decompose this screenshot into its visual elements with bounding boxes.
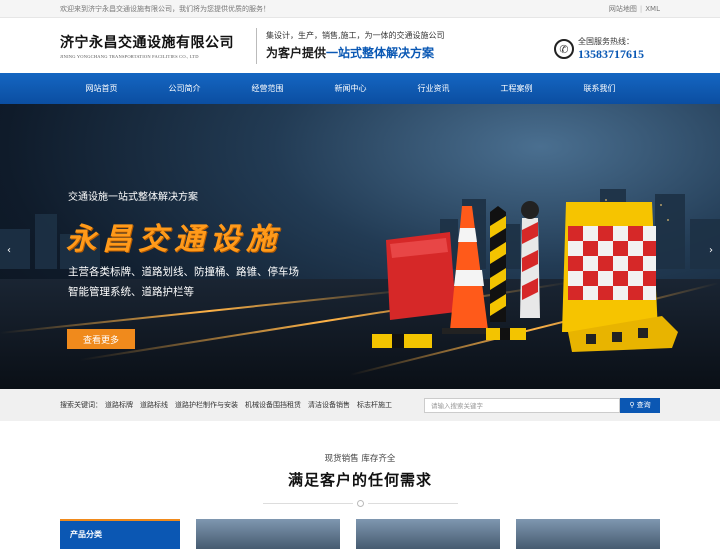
top-links: 网站地图 | XML	[609, 4, 660, 14]
hero-banner: 交通设施一站式整体解决方案 永昌交通设施 主营各类标牌、道路划线、防撞桶、路锥、…	[0, 104, 720, 389]
nav-item-cases[interactable]: 工程案例	[475, 73, 558, 104]
banner-title: 永昌交通设施	[66, 222, 282, 257]
view-more-button[interactable]: 查看更多	[67, 329, 135, 349]
header: 济宁永昌交通设施有限公司 JINING YONGCHANG TRANSPORTA…	[0, 18, 720, 73]
keyword-link[interactable]: 道路护栏制作与安装	[175, 400, 238, 410]
banner-subtitle: 交通设施一站式整体解决方案	[68, 192, 198, 203]
search-button-label: 查询	[636, 401, 651, 409]
keyword-link[interactable]: 标志杆施工	[357, 400, 392, 410]
keyword-link[interactable]: 清洁设备销售	[308, 400, 350, 410]
divider-dot	[356, 500, 364, 507]
nav-item-industry[interactable]: 行业资讯	[392, 73, 475, 104]
divider-line	[367, 503, 458, 504]
sitemap-link[interactable]: 网站地图	[609, 5, 637, 13]
search-input[interactable]: 请输入搜索关键字	[424, 397, 620, 413]
search-icon: ⚲	[629, 401, 637, 409]
slogan: 集设计，生产，销售,施工，为一体的交通设施公司 为客户提供一站式整体解决方案	[266, 30, 445, 61]
chevron-left-icon[interactable]: ‹	[2, 242, 16, 258]
nav-item-home[interactable]: 网站首页	[60, 73, 143, 104]
keywords-label: 搜索关键词：	[60, 401, 102, 409]
section-divider	[0, 500, 720, 507]
section-title: 满足客户的任何需求	[287, 471, 432, 489]
nav-item-contact[interactable]: 联系我们	[558, 73, 641, 104]
traffic-products-image	[372, 201, 678, 352]
banner-desc-line1: 主营各类标牌、道路划线、防撞桶、路锥、停车场	[68, 266, 299, 278]
banner-desc-line2: 智能管理系统、道路护栏等	[68, 286, 194, 298]
main-nav: 网站首页 公司简介 经营范围 新闻中心 行业资讯 工程案例 联系我们	[0, 73, 720, 104]
header-divider	[256, 27, 257, 64]
product-thumbnail[interactable]	[196, 519, 341, 549]
nav-item-about[interactable]: 公司简介	[143, 73, 226, 104]
slogan-highlight: 一站式整体解决方案	[326, 46, 435, 60]
keyword-link[interactable]: 机械设备围挡租赁	[245, 400, 301, 410]
search-button[interactable]: ⚲ 查询	[620, 397, 660, 413]
divider-line	[262, 503, 353, 504]
keyword-link[interactable]: 道路标线	[140, 400, 168, 410]
company-logo[interactable]: 济宁永昌交通设施有限公司 JINING YONGCHANG TRANSPORTA…	[60, 32, 252, 59]
product-category-header[interactable]: 产品分类	[60, 519, 181, 549]
product-thumbnail[interactable]	[516, 519, 660, 549]
phone-icon: ✆	[554, 39, 574, 59]
search-strip: 搜索关键词： 道路标牌 道路标线 道路护栏制作与安装 机械设备围挡租赁 清洁设备…	[0, 389, 720, 421]
hotline-label: 全国服务热线：	[578, 37, 634, 46]
chevron-right-icon[interactable]: ›	[704, 242, 718, 258]
slogan-line1: 集设计，生产，销售,施工，为一体的交通设施公司	[266, 31, 445, 40]
search-box: 请输入搜索关键字 ⚲ 查询	[424, 397, 660, 413]
xml-link[interactable]: XML	[645, 5, 660, 13]
hotline: ✆ 全国服务热线： 13583717615	[554, 36, 644, 62]
company-name-cn: 济宁永昌交通设施有限公司	[60, 35, 234, 51]
welcome-text: 欢迎来到济宁永昌交通设施有限公司，我们将为您提供优质的服务！	[60, 5, 270, 13]
section-subtitle: 现货销售 库存齐全	[324, 454, 396, 464]
keyword-link[interactable]: 道路标牌	[105, 400, 133, 410]
slogan-line2: 为客户提供一站式整体解决方案	[266, 44, 445, 61]
nav-item-business[interactable]: 经营范围	[226, 73, 309, 104]
slogan-prefix: 为客户提供	[266, 46, 327, 60]
hotline-number: 13583717615	[578, 47, 644, 61]
products-row: 产品分类	[60, 519, 660, 549]
products-section-header: 现货销售 库存齐全 满足客户的任何需求	[0, 421, 720, 507]
company-name-en: JINING YONGCHANG TRANSPORTATION FACILITI…	[60, 54, 199, 59]
separator: |	[639, 5, 643, 13]
nav-item-news[interactable]: 新闻中心	[309, 73, 392, 104]
top-bar: 欢迎来到济宁永昌交通设施有限公司，我们将为您提供优质的服务！ 网站地图 | XML	[0, 0, 720, 18]
product-thumbnail[interactable]	[356, 519, 501, 549]
